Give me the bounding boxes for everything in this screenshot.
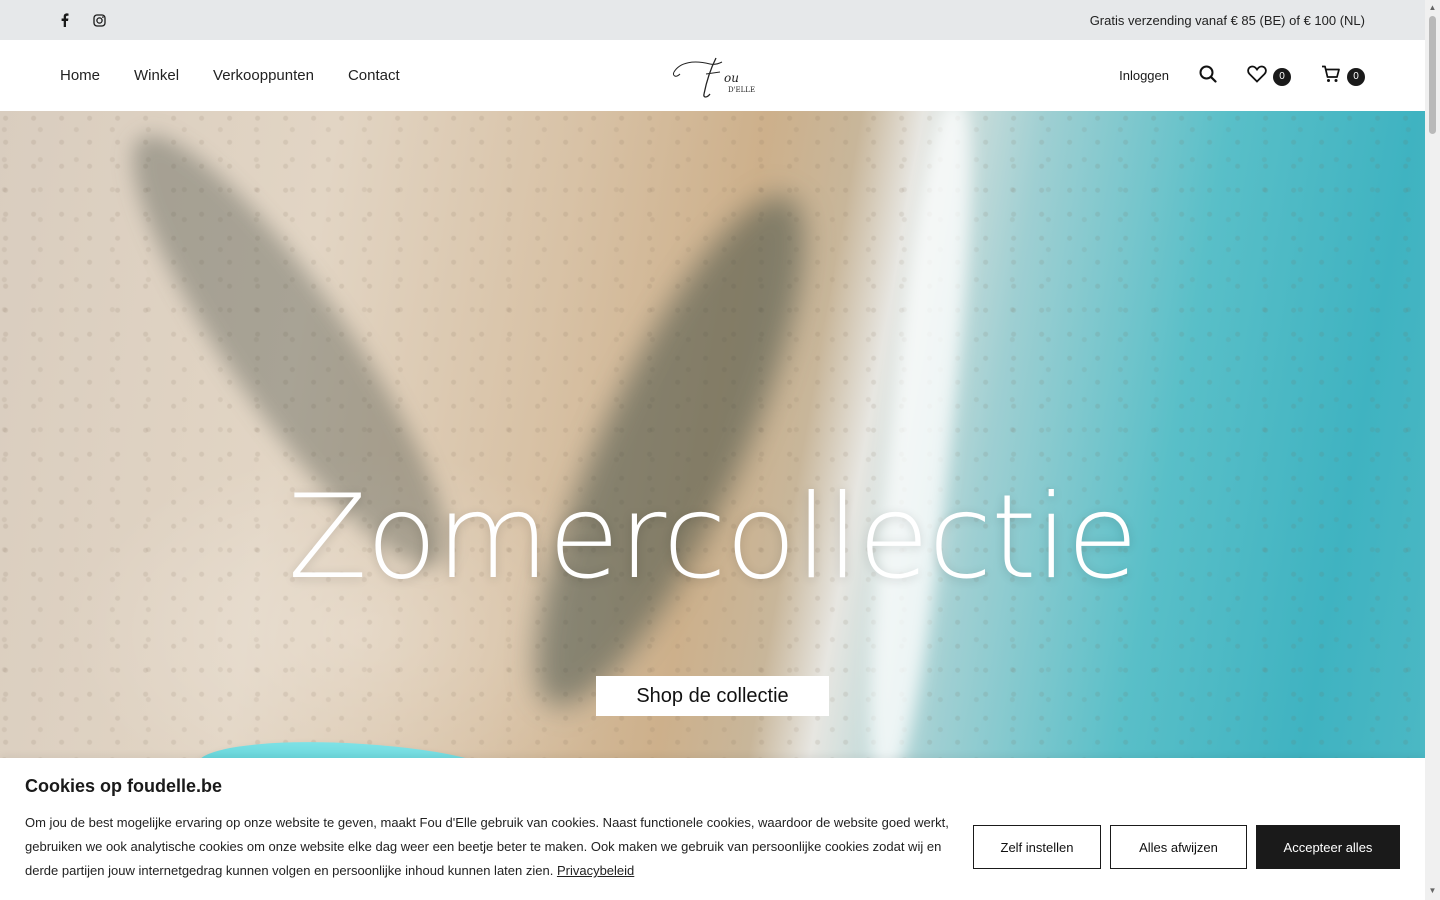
search-icon[interactable] bbox=[1199, 65, 1217, 86]
cookie-accept-button[interactable]: Accepteer alles bbox=[1256, 825, 1400, 869]
nav-home[interactable]: Home bbox=[60, 67, 100, 84]
hero-wave-foam bbox=[854, 111, 986, 758]
privacy-policy-link[interactable]: Privacybeleid bbox=[557, 863, 634, 878]
hero-palm-shadow-2 bbox=[488, 167, 852, 735]
shipping-notice: Gratis verzending vanaf € 85 (BE) of € 1… bbox=[1089, 12, 1365, 28]
cookie-reject-button[interactable]: Alles afwijzen bbox=[1110, 825, 1247, 869]
facebook-icon[interactable] bbox=[58, 13, 72, 27]
scrollbar[interactable]: ▲ ▼ bbox=[1425, 0, 1440, 900]
scroll-thumb[interactable] bbox=[1429, 16, 1436, 134]
cookie-settings-button[interactable]: Zelf instellen bbox=[973, 825, 1101, 869]
nav-winkel[interactable]: Winkel bbox=[134, 67, 179, 84]
main-nav: Home Winkel Verkooppunten Contact bbox=[60, 67, 400, 84]
hero-banner bbox=[0, 111, 1425, 758]
nav-verkooppunten[interactable]: Verkooppunten bbox=[213, 67, 314, 84]
wishlist-button[interactable]: 0 bbox=[1247, 65, 1291, 86]
header-actions: Inloggen 0 0 bbox=[1119, 65, 1365, 86]
cookie-banner: Cookies op foudelle.be Om jou de best mo… bbox=[0, 758, 1425, 900]
top-bar: Gratis verzending vanaf € 85 (BE) of € 1… bbox=[0, 0, 1425, 40]
wishlist-count: 0 bbox=[1273, 67, 1291, 86]
login-link[interactable]: Inloggen bbox=[1119, 68, 1169, 83]
cookie-title: Cookies op foudelle.be bbox=[25, 776, 223, 796]
cookie-description: Om jou de best mogelijke ervaring op onz… bbox=[25, 815, 949, 878]
svg-text:D'ELLE: D'ELLE bbox=[728, 86, 755, 94]
svg-text:ou: ou bbox=[724, 71, 739, 85]
hero-title: Zomercollectie bbox=[287, 470, 1138, 605]
shop-collection-button[interactable]: Shop de collectie bbox=[596, 676, 829, 716]
cart-button[interactable]: 0 bbox=[1321, 65, 1365, 86]
nav-contact[interactable]: Contact bbox=[348, 67, 400, 84]
cart-icon bbox=[1321, 65, 1341, 86]
site-logo[interactable]: ou D'ELLE bbox=[670, 50, 760, 100]
heart-icon bbox=[1247, 65, 1267, 86]
instagram-icon[interactable] bbox=[92, 13, 106, 27]
scroll-up-icon[interactable]: ▲ bbox=[1428, 3, 1437, 12]
cart-count: 0 bbox=[1347, 67, 1365, 86]
scroll-down-icon[interactable]: ▼ bbox=[1428, 886, 1437, 895]
hero-surfboard bbox=[197, 737, 495, 758]
social-links bbox=[58, 13, 106, 27]
site-header: Home Winkel Verkooppunten Contact ou D'E… bbox=[0, 40, 1425, 111]
cookie-actions: Zelf instellen Alles afwijzen Accepteer … bbox=[973, 825, 1400, 869]
cookie-text: Om jou de best mogelijke ervaring op onz… bbox=[25, 811, 970, 883]
